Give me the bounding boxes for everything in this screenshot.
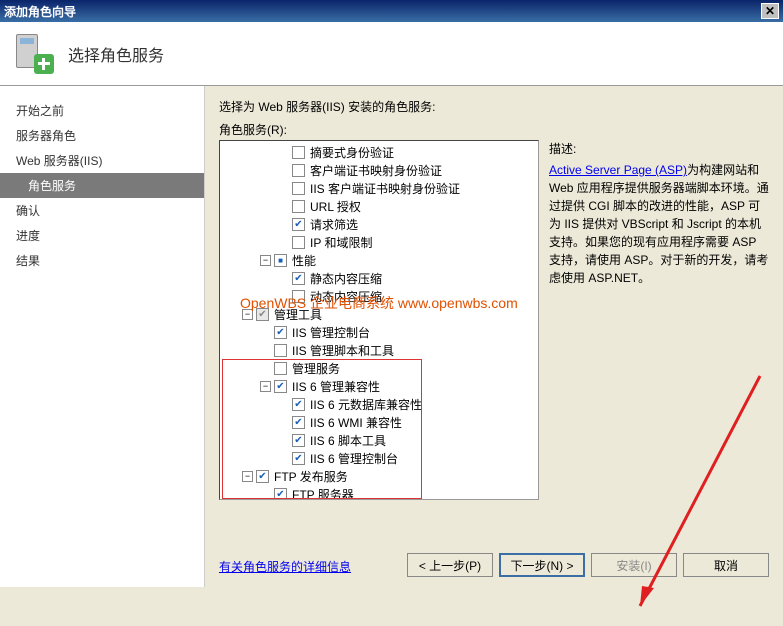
checkbox[interactable] <box>274 254 287 267</box>
wizard-header: 选择角色服务 <box>0 22 783 86</box>
sidebar-item-0[interactable]: 开始之前 <box>0 98 204 123</box>
description-link[interactable]: Active Server Page (ASP) <box>549 163 687 177</box>
tree-row[interactable]: IP 和域限制 <box>224 233 534 251</box>
tree-row[interactable]: IIS 6 管理控制台 <box>224 449 534 467</box>
tree-label: IIS 管理脚本和工具 <box>290 342 396 359</box>
prev-button[interactable]: < 上一步(P) <box>407 553 493 577</box>
checkbox[interactable] <box>274 344 287 357</box>
tree-label: IIS 6 脚本工具 <box>308 432 388 449</box>
checkbox[interactable] <box>292 182 305 195</box>
tree-label: FTP 服务器 <box>290 486 356 501</box>
tree-label: 角色服务(R): <box>219 121 769 138</box>
sidebar-item-6[interactable]: 结果 <box>0 248 204 273</box>
tree-row[interactable]: 管理服务 <box>224 359 534 377</box>
checkbox[interactable] <box>256 470 269 483</box>
role-services-tree[interactable]: 摘要式身份验证客户端证书映射身份验证IIS 客户端证书映射身份验证URL 授权请… <box>219 140 539 500</box>
tree-row[interactable]: 客户端证书映射身份验证 <box>224 161 534 179</box>
cancel-button[interactable]: 取消 <box>683 553 769 577</box>
page-title: 选择角色服务 <box>68 42 164 66</box>
tree-row[interactable]: − 管理工具 <box>224 305 534 323</box>
tree-label: 摘要式身份验证 <box>308 144 396 161</box>
description-panel: 描述: Active Server Page (ASP)为构建网站和 Web 应… <box>549 140 769 552</box>
tree-row[interactable]: 静态内容压缩 <box>224 269 534 287</box>
checkbox[interactable] <box>274 326 287 339</box>
tree-label: IIS 6 管理控制台 <box>308 450 400 467</box>
tree-row[interactable]: 请求筛选 <box>224 215 534 233</box>
tree-row[interactable]: FTP 服务器 <box>224 485 534 500</box>
tree-label: IIS 6 管理兼容性 <box>290 378 382 395</box>
expander-icon[interactable]: − <box>242 471 253 482</box>
checkbox[interactable] <box>292 434 305 447</box>
checkbox[interactable] <box>292 200 305 213</box>
checkbox[interactable] <box>292 272 305 285</box>
tree-label: 客户端证书映射身份验证 <box>308 162 444 179</box>
tree-row[interactable]: URL 授权 <box>224 197 534 215</box>
checkbox[interactable] <box>274 488 287 501</box>
tree-row[interactable]: 动态内容压缩 <box>224 287 534 305</box>
tree-row[interactable]: − 性能 <box>224 251 534 269</box>
description-text: Active Server Page (ASP)为构建网站和 Web 应用程序提… <box>549 161 769 287</box>
sidebar-item-5[interactable]: 进度 <box>0 223 204 248</box>
tree-row[interactable]: IIS 客户端证书映射身份验证 <box>224 179 534 197</box>
checkbox[interactable] <box>292 452 305 465</box>
checkbox[interactable] <box>292 146 305 159</box>
sidebar: 开始之前服务器角色Web 服务器(IIS)角色服务确认进度结果 <box>0 86 205 587</box>
tree-label: IIS 客户端证书映射身份验证 <box>308 180 462 197</box>
tree-row[interactable]: IIS 6 WMI 兼容性 <box>224 413 534 431</box>
checkbox[interactable] <box>274 362 287 375</box>
checkbox[interactable] <box>292 290 305 303</box>
tree-label: IIS 6 元数据库兼容性 <box>308 396 424 413</box>
install-button: 安装(I) <box>591 553 677 577</box>
tree-row[interactable]: IIS 管理控制台 <box>224 323 534 341</box>
tree-label: 管理服务 <box>290 360 342 377</box>
wizard-icon <box>12 32 56 76</box>
expander-icon[interactable]: − <box>242 309 253 320</box>
sidebar-item-4[interactable]: 确认 <box>0 198 204 223</box>
tree-label: URL 授权 <box>308 198 363 215</box>
tree-label: 性能 <box>290 252 318 269</box>
sidebar-item-2[interactable]: Web 服务器(IIS) <box>0 148 204 173</box>
description-body: 为构建网站和 Web 应用程序提供服务器端脚本环境。通过提供 CGI 脚本的改进… <box>549 163 769 285</box>
checkbox[interactable] <box>292 416 305 429</box>
window-title: 添加角色向导 <box>4 3 76 20</box>
tree-row[interactable]: − FTP 发布服务 <box>224 467 534 485</box>
tree-label: FTP 发布服务 <box>272 468 350 485</box>
tree-row[interactable]: IIS 6 脚本工具 <box>224 431 534 449</box>
tree-row[interactable]: IIS 管理脚本和工具 <box>224 341 534 359</box>
sidebar-item-3[interactable]: 角色服务 <box>0 173 204 198</box>
tree-label: 静态内容压缩 <box>308 270 384 287</box>
tree-label: 动态内容压缩 <box>308 288 384 305</box>
checkbox[interactable] <box>292 236 305 249</box>
tree-row[interactable]: − IIS 6 管理兼容性 <box>224 377 534 395</box>
checkbox[interactable] <box>292 398 305 411</box>
tree-label: IIS 管理控制台 <box>290 324 372 341</box>
instruction-text: 选择为 Web 服务器(IIS) 安装的角色服务: <box>219 98 769 115</box>
title-bar: 添加角色向导 ✕ <box>0 0 783 22</box>
next-button[interactable]: 下一步(N) > <box>499 553 585 577</box>
checkbox[interactable] <box>292 164 305 177</box>
wizard-buttons: < 上一步(P) 下一步(N) > 安装(I) 取消 <box>407 553 769 577</box>
sidebar-item-1[interactable]: 服务器角色 <box>0 123 204 148</box>
tree-label: 请求筛选 <box>308 216 360 233</box>
tree-row[interactable]: IIS 6 元数据库兼容性 <box>224 395 534 413</box>
main-panel: 选择为 Web 服务器(IIS) 安装的角色服务: 角色服务(R): 摘要式身份… <box>205 86 783 587</box>
checkbox[interactable] <box>256 308 269 321</box>
description-title: 描述: <box>549 140 769 157</box>
expander-icon[interactable]: − <box>260 381 271 392</box>
checkbox[interactable] <box>274 380 287 393</box>
tree-label: 管理工具 <box>272 306 324 323</box>
checkbox[interactable] <box>292 218 305 231</box>
tree-label: IP 和域限制 <box>308 234 374 251</box>
close-button[interactable]: ✕ <box>761 3 779 19</box>
tree-label: IIS 6 WMI 兼容性 <box>308 414 404 431</box>
tree-row[interactable]: 摘要式身份验证 <box>224 143 534 161</box>
expander-icon[interactable]: − <box>260 255 271 266</box>
